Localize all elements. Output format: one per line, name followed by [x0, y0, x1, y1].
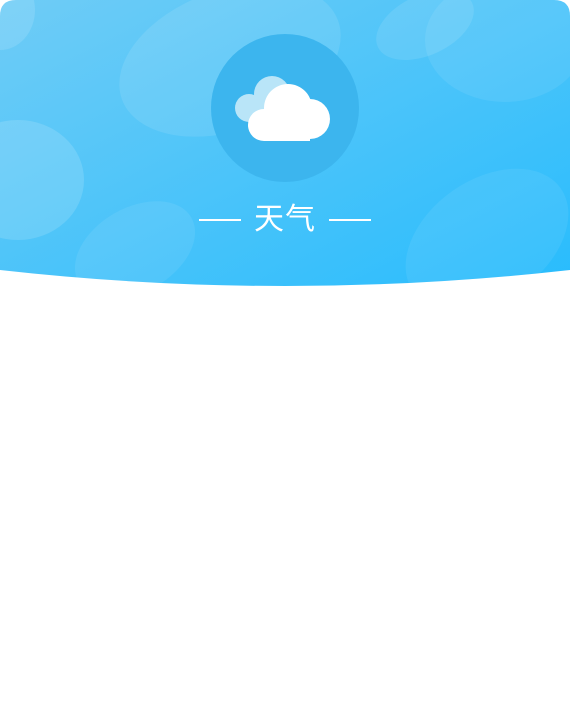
- content-area: [0, 290, 570, 706]
- title-left-dash: [199, 219, 241, 221]
- header-background: [0, 0, 570, 286]
- weather-header-banner: 天气: [0, 0, 570, 290]
- title-row: 天气: [0, 198, 570, 242]
- page-title: 天气: [254, 202, 316, 237]
- title-right-dash: [329, 219, 371, 221]
